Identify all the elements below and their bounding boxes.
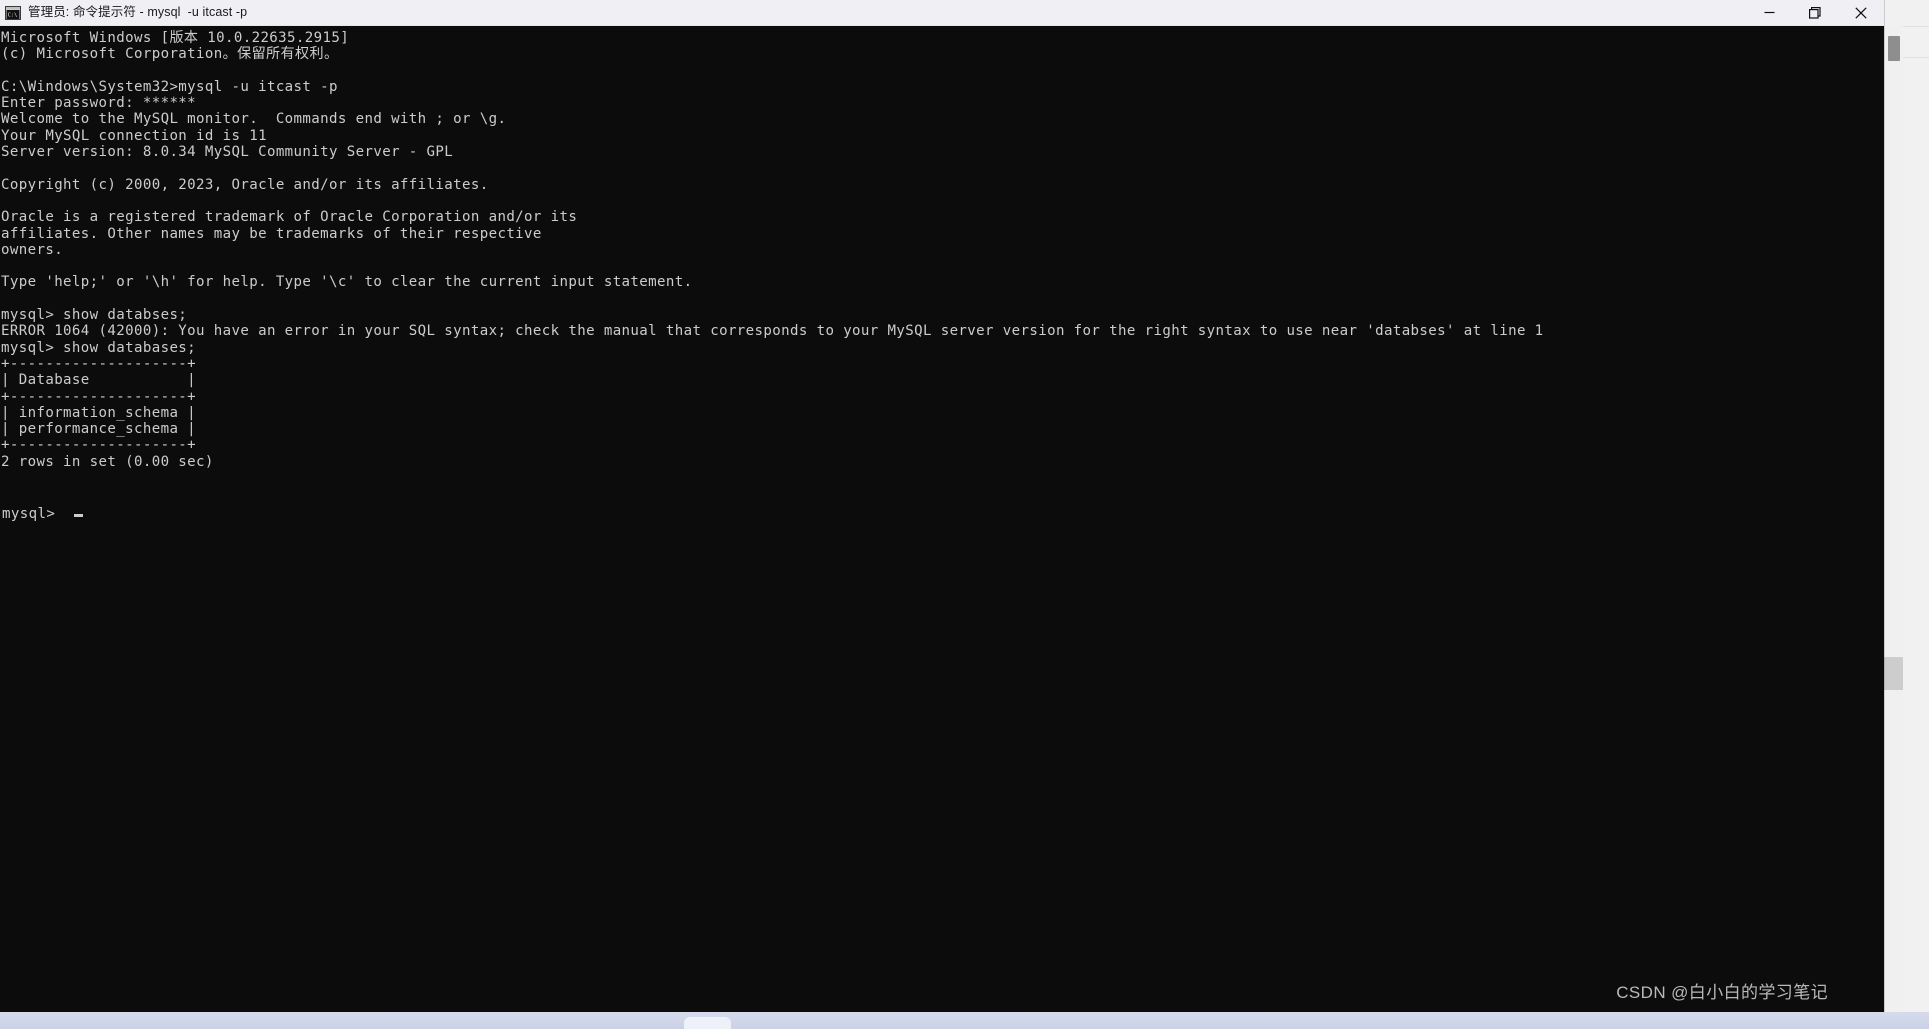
taskbar-item-pill[interactable] [684, 1017, 731, 1029]
console-prompt-line: mysql> [1, 506, 84, 522]
window-controls [1746, 0, 1884, 25]
desktop-background: C:\ 管理员: 命令提示符 - mysql -u itcast -p Micr… [0, 0, 1929, 1029]
background-scrollbar-track[interactable] [1884, 26, 1903, 1012]
console-output-area[interactable]: Microsoft Windows [版本 10.0.22635.2915] (… [0, 26, 1884, 1012]
text-cursor [74, 514, 84, 517]
prompt-symbol: mysql> [2, 506, 56, 522]
close-button[interactable] [1838, 0, 1884, 25]
svg-text:C:\: C:\ [8, 12, 18, 18]
cmd-console-icon: C:\ [5, 5, 21, 21]
background-scrollbar-thumb-secondary[interactable] [1884, 657, 1903, 690]
window-title-bar[interactable]: C:\ 管理员: 命令提示符 - mysql -u itcast -p [0, 0, 1884, 26]
taskbar-edge [0, 1012, 1929, 1029]
window-title-text: 管理员: 命令提示符 - mysql -u itcast -p [28, 5, 248, 19]
restore-button[interactable] [1792, 0, 1838, 25]
minimize-icon [1764, 11, 1774, 14]
background-scrollbar-thumb[interactable] [1888, 36, 1900, 61]
minimize-button[interactable] [1746, 0, 1792, 25]
close-icon [1855, 6, 1867, 19]
command-prompt-window[interactable]: C:\ 管理员: 命令提示符 - mysql -u itcast -p Micr… [0, 0, 1884, 1012]
restore-icon [1809, 6, 1821, 19]
console-text: Microsoft Windows [版本 10.0.22635.2915] (… [1, 30, 1544, 470]
csdn-watermark: CSDN @白小白的学习笔记 [1616, 983, 1828, 1002]
